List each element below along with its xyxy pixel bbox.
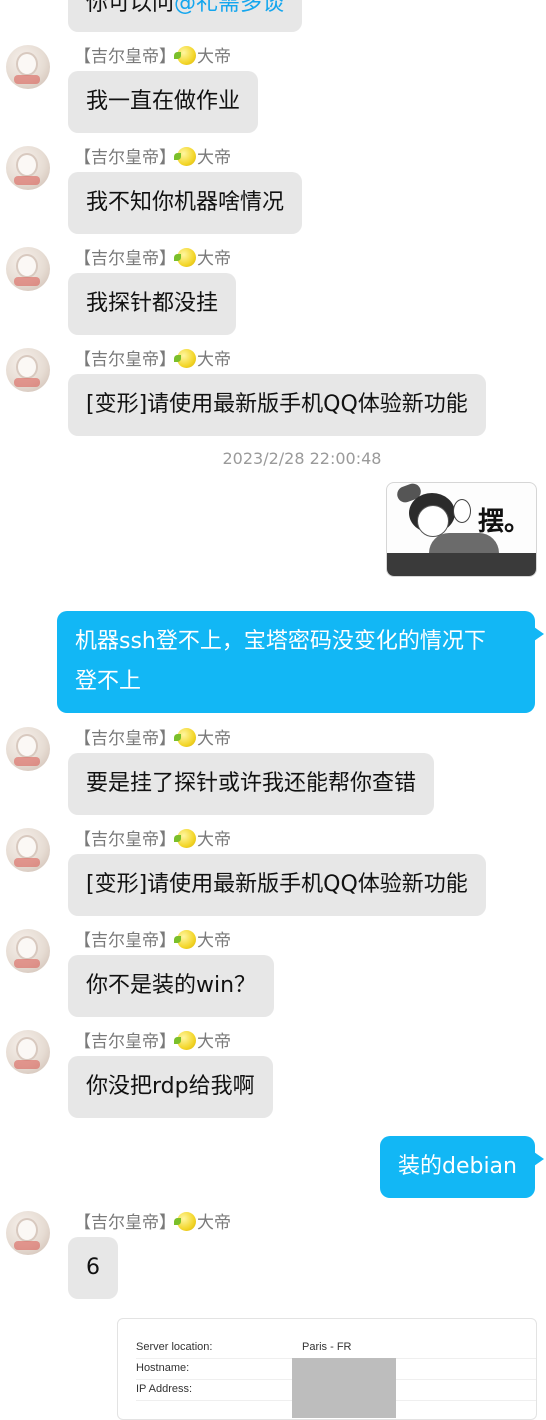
message-bubble[interactable]: [变形]请使用最新版手机QQ体验新功能: [68, 854, 486, 916]
my-message-bubble[interactable]: 机器ssh登不上，宝塔密码没变化的情况下 登不上: [57, 611, 544, 713]
hostname-label: Hostname:: [136, 1362, 190, 1374]
message-bubble[interactable]: 我探针都没挂: [68, 273, 237, 335]
server-location-label: Server location:: [136, 1341, 213, 1353]
message-bubble[interactable]: 我不知你机器啥情况: [68, 172, 303, 234]
lemon-icon: [174, 46, 196, 65]
redaction-block: [292, 1358, 396, 1418]
sender-name: 【吉尔皇帝】 大帝: [74, 728, 231, 749]
avatar[interactable]: [6, 1211, 50, 1255]
sender-name: 【吉尔皇帝】 大帝: [74, 248, 231, 269]
message-bubble[interactable]: 你不是装的win？: [68, 955, 275, 1017]
sticker-table: [387, 553, 536, 576]
message-text: 6: [86, 1255, 100, 1280]
message-bubble[interactable]: 要是挂了探针或许我还能帮你查错: [68, 753, 435, 815]
sender-name: 【吉尔皇帝】 大帝: [74, 829, 231, 850]
message-text: 装的debian: [397, 1154, 517, 1179]
message-text: 我不知你机器啥情况: [86, 190, 285, 215]
server-location-row: Server location: Paris - FR: [136, 1337, 536, 1359]
message-bubble[interactable]: 你没把rdp给我啊: [68, 1056, 273, 1118]
server-location-value: Paris - FR: [302, 1341, 352, 1353]
sticker-speech: [453, 499, 471, 523]
message-text: 你没把rdp给我啊: [86, 1074, 255, 1099]
lemon-icon: [174, 930, 196, 949]
lemon-icon: [174, 1212, 196, 1231]
message-text-line1: 机器ssh登不上，宝塔密码没变化的情况下: [75, 629, 486, 654]
lemon-icon: [174, 829, 196, 848]
message-text: 要是挂了探针或许我还能帮你查错: [86, 771, 417, 796]
avatar[interactable]: [6, 247, 50, 291]
message-bubble[interactable]: [变形]请使用最新版手机QQ体验新功能: [68, 374, 486, 436]
my-message-bubble[interactable]: 装的debian: [379, 1136, 545, 1198]
ip-address-label: IP Address:: [136, 1383, 193, 1395]
lemon-icon: [174, 349, 196, 368]
avatar[interactable]: [6, 45, 50, 89]
sender-name: 【吉尔皇帝】 大帝: [74, 349, 231, 370]
sender-name: 【吉尔皇帝】 大帝: [74, 147, 231, 168]
avatar[interactable]: [6, 727, 50, 771]
avatar[interactable]: [6, 828, 50, 872]
message-bubble[interactable]: 我一直在做作业: [68, 71, 259, 133]
message-text-line2: 登不上: [75, 669, 142, 694]
lemon-icon: [174, 147, 196, 166]
sender-name: 【吉尔皇帝】 大帝: [74, 1031, 231, 1052]
message-text: [变形]请使用最新版手机QQ体验新功能: [86, 872, 468, 897]
message-bubble-partial[interactable]: 你可以问@礼需多谈: [68, 0, 303, 32]
message-text: 我一直在做作业: [86, 89, 241, 114]
server-info-card[interactable]: Server location: Paris - FR Hostname: IP…: [117, 1318, 537, 1420]
message-bubble[interactable]: 6: [68, 1237, 118, 1299]
sender-name: 【吉尔皇帝】 大帝: [74, 46, 231, 67]
avatar[interactable]: [6, 929, 50, 973]
message-text: 我探针都没挂: [86, 291, 219, 316]
message-timestamp: 2023/2/28 22:00:48: [222, 449, 382, 468]
sender-name: 【吉尔皇帝】 大帝: [74, 1212, 231, 1233]
message-text: [变形]请使用最新版手机QQ体验新功能: [86, 392, 468, 417]
lemon-icon: [174, 1031, 196, 1050]
avatar[interactable]: [6, 146, 50, 190]
lemon-icon: [174, 248, 196, 267]
message-text: 你可以问: [86, 0, 175, 16]
message-text: 你不是装的win？: [86, 973, 257, 998]
sticker-face: [417, 505, 449, 537]
avatar[interactable]: [6, 1030, 50, 1074]
sticker-image[interactable]: 摆。: [386, 482, 537, 577]
avatar[interactable]: [6, 348, 50, 392]
mention-link[interactable]: @礼需多谈: [174, 0, 284, 16]
sender-name: 【吉尔皇帝】 大帝: [74, 930, 231, 951]
lemon-icon: [174, 728, 196, 747]
sticker-text: 摆。: [477, 507, 530, 537]
